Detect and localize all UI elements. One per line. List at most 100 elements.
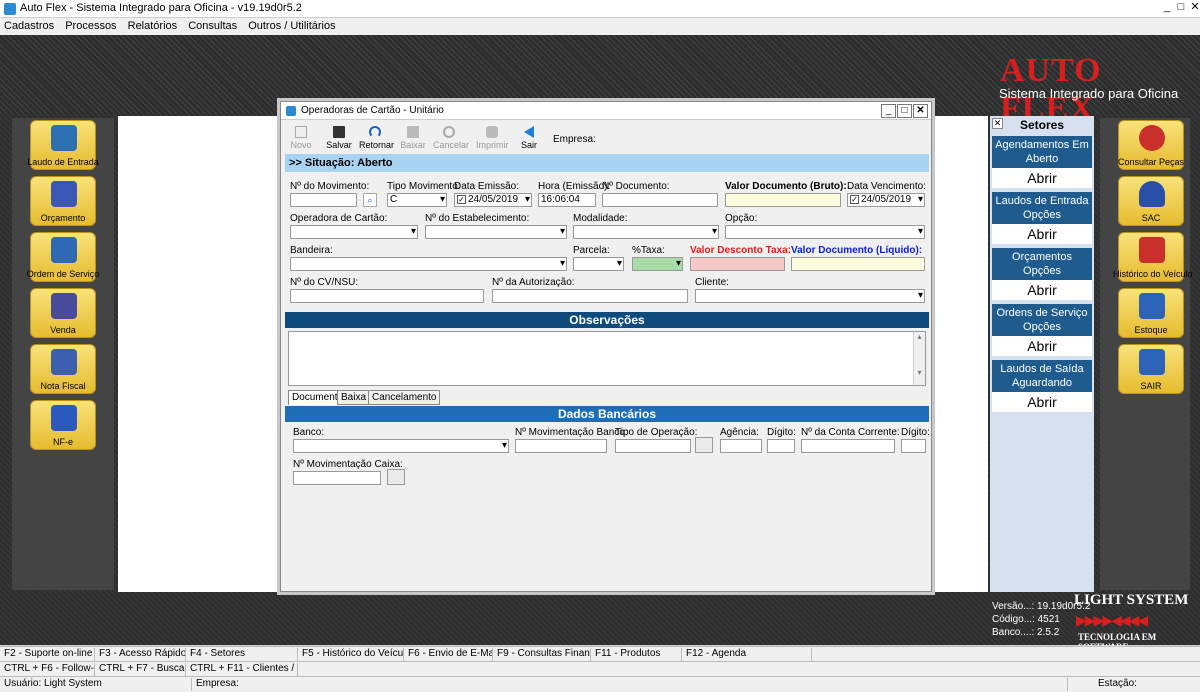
operadora-select[interactable] (290, 225, 418, 239)
digito-agencia-label: Dígito: (767, 427, 796, 438)
novo-button[interactable]: Novo (285, 124, 317, 154)
abrir-laudos-entrada-button[interactable]: Abrir (992, 224, 1092, 244)
historico-veiculo-button[interactable]: Histórico do Veículo (1113, 232, 1193, 282)
num-estabelecimento-select[interactable] (425, 225, 567, 239)
observacoes-header: Observações (285, 312, 929, 328)
abrir-agendamentos-button[interactable]: Abrir (992, 168, 1092, 188)
floppy-icon (333, 126, 345, 138)
abrir-laudos-saida-button[interactable]: Abrir (992, 392, 1092, 412)
taxa-label: %Taxa: (632, 245, 665, 256)
shortcut-f6[interactable]: F6 - Envio de E-Mail (404, 648, 493, 661)
parcela-select[interactable] (573, 257, 624, 271)
opcao-select[interactable] (725, 225, 925, 239)
taxa-select[interactable] (632, 257, 683, 271)
modalidade-label: Modalidade: (573, 213, 628, 224)
tipo-movimento-select[interactable]: C (387, 193, 447, 207)
num-mov-caixa-lookup-button[interactable] (387, 469, 405, 485)
digito-agencia-input[interactable] (767, 439, 795, 453)
shortcut-f4[interactable]: F4 - Setores (186, 648, 298, 661)
shortcut-ctrl-f6[interactable]: CTRL + F6 - Follow-up (0, 663, 95, 676)
sac-button[interactable]: SAC (1118, 176, 1184, 226)
num-mov-banco-input[interactable] (515, 439, 607, 453)
nota-fiscal-button[interactable]: Nota Fiscal (30, 344, 96, 394)
setor-ordens-servico: Ordens de Serviço Opções Abrir (992, 304, 1092, 356)
agencia-input[interactable] (720, 439, 762, 453)
conta-input[interactable] (801, 439, 895, 453)
consultar-pecas-button[interactable]: Consultar Peças (1118, 120, 1184, 170)
valor-liquido-label: Valor Documento (Líquido): (791, 245, 923, 256)
close-button[interactable]: ✕ (1188, 0, 1200, 14)
shortcut-ctrl-f7[interactable]: CTRL + F7 - Busca CEP (95, 663, 186, 676)
sair-button[interactable]: Sair (513, 124, 545, 154)
shortcut-f11[interactable]: F11 - Produtos (591, 648, 682, 661)
laudo-entrada-button[interactable]: Laudo de Entrada (27, 120, 99, 170)
shortcut-f2[interactable]: F2 - Suporte on-line (0, 648, 95, 661)
data-emissao-picker[interactable]: ✓ 24/05/2019 (454, 193, 532, 207)
cliente-select[interactable] (695, 289, 925, 303)
observacoes-scrollbar[interactable]: ▴ ▾ (913, 332, 925, 385)
menu-consultas[interactable]: Consultas (184, 18, 241, 34)
orcamento-button[interactable]: Orçamento (30, 176, 96, 226)
data-vencimento-picker[interactable]: ✓ 24/05/2019 (847, 193, 925, 207)
autorizacao-input[interactable] (492, 289, 688, 303)
cv-nsu-input[interactable] (290, 289, 484, 303)
data-emissao-label: Data Emissão: (454, 181, 520, 192)
valor-bruto-input[interactable] (725, 193, 841, 207)
shortcut-f3[interactable]: F3 - Acesso Rápido (95, 648, 186, 661)
dados-bancarios-header: Dados Bancários (285, 406, 929, 422)
shortcut-f5[interactable]: F5 - Histórico do Veículo (298, 648, 404, 661)
app-title: Auto Flex - Sistema Integrado para Ofici… (20, 2, 302, 14)
dialog-close-button[interactable]: ✕ (913, 104, 928, 118)
exit-arrow-icon (524, 126, 534, 138)
shortcut-f12[interactable]: F12 - Agenda (682, 648, 812, 661)
modalidade-select[interactable] (573, 225, 719, 239)
num-movimento-input[interactable] (290, 193, 357, 207)
app-title-bar: Auto Flex - Sistema Integrado para Ofici… (0, 0, 1200, 18)
status-bar: Usuário: Light System Empresa: Estação: (0, 676, 1200, 692)
shortcut-ctrl-f11[interactable]: CTRL + F11 - Clientes / Fornecedores (186, 663, 298, 676)
cancelar-button[interactable]: Cancelar (433, 124, 469, 154)
menu-cadastros[interactable]: Cadastros (0, 18, 58, 34)
menu-outros[interactable]: Outros / Utilitários (244, 18, 339, 34)
menu-processos[interactable]: Processos (61, 18, 120, 34)
bandeira-select[interactable] (290, 257, 567, 271)
cancel-icon (443, 126, 455, 138)
sair-main-button[interactable]: SAIR (1118, 344, 1184, 394)
shortcut-f9[interactable]: F9 - Consultas Financeiras (493, 648, 591, 661)
nfe-button[interactable]: NF-e (30, 400, 96, 450)
venda-button[interactable]: Venda (30, 288, 96, 338)
observacoes-textarea[interactable]: ▴ ▾ (288, 331, 926, 386)
tipo-operacao-input[interactable] (615, 439, 691, 453)
abrir-orcamentos-button[interactable]: Abrir (992, 280, 1092, 300)
tab-baixa[interactable]: Baixa (337, 390, 371, 405)
menu-relatorios[interactable]: Relatórios (124, 18, 182, 34)
dialog-title: Operadoras de Cartão - Unitário (301, 105, 444, 116)
dialog-minimize-button[interactable]: _ (881, 104, 896, 118)
estoque-button[interactable]: Estoque (1118, 288, 1184, 338)
banco-select[interactable] (293, 439, 509, 453)
dialog-maximize-button[interactable]: □ (897, 104, 912, 118)
data-vencimento-checkbox[interactable]: ✓ (850, 194, 859, 204)
digito-conta-input[interactable] (901, 439, 926, 453)
imprimir-button[interactable]: Imprimir (476, 124, 509, 154)
hora-emissao-input[interactable]: 16:06:04 (538, 193, 596, 207)
tab-cancelamento[interactable]: Cancelamento (368, 390, 441, 405)
data-emissao-checkbox[interactable]: ✓ (457, 194, 466, 204)
valor-liquido-input[interactable] (791, 257, 925, 271)
light-system-logo: LIGHT SYSTEM (1074, 592, 1189, 608)
menu-bar: Cadastros Processos Relatórios Consultas… (0, 18, 1200, 35)
abrir-ordens-servico-button[interactable]: Abrir (992, 336, 1092, 356)
ordem-servico-button[interactable]: Ordem de Serviço (27, 232, 99, 282)
num-mov-caixa-input[interactable] (293, 471, 381, 485)
minimize-button[interactable]: _ (1160, 0, 1174, 14)
shortcut-bar-2: CTRL + F6 - Follow-up CTRL + F7 - Busca … (0, 661, 1200, 676)
tipo-operacao-lookup-button[interactable] (695, 437, 713, 453)
maximize-button[interactable]: □ (1174, 0, 1188, 14)
valor-desconto-input[interactable] (690, 257, 785, 271)
retornar-button[interactable]: Retornar (359, 124, 394, 154)
num-documento-input[interactable] (602, 193, 718, 207)
baixar-button[interactable]: Baixar (397, 124, 429, 154)
right-sidebar: Consultar Peças SAC Histórico do Veículo… (1100, 118, 1193, 590)
salvar-button[interactable]: Salvar (323, 124, 355, 154)
search-icon[interactable]: ⌕ (363, 193, 377, 207)
